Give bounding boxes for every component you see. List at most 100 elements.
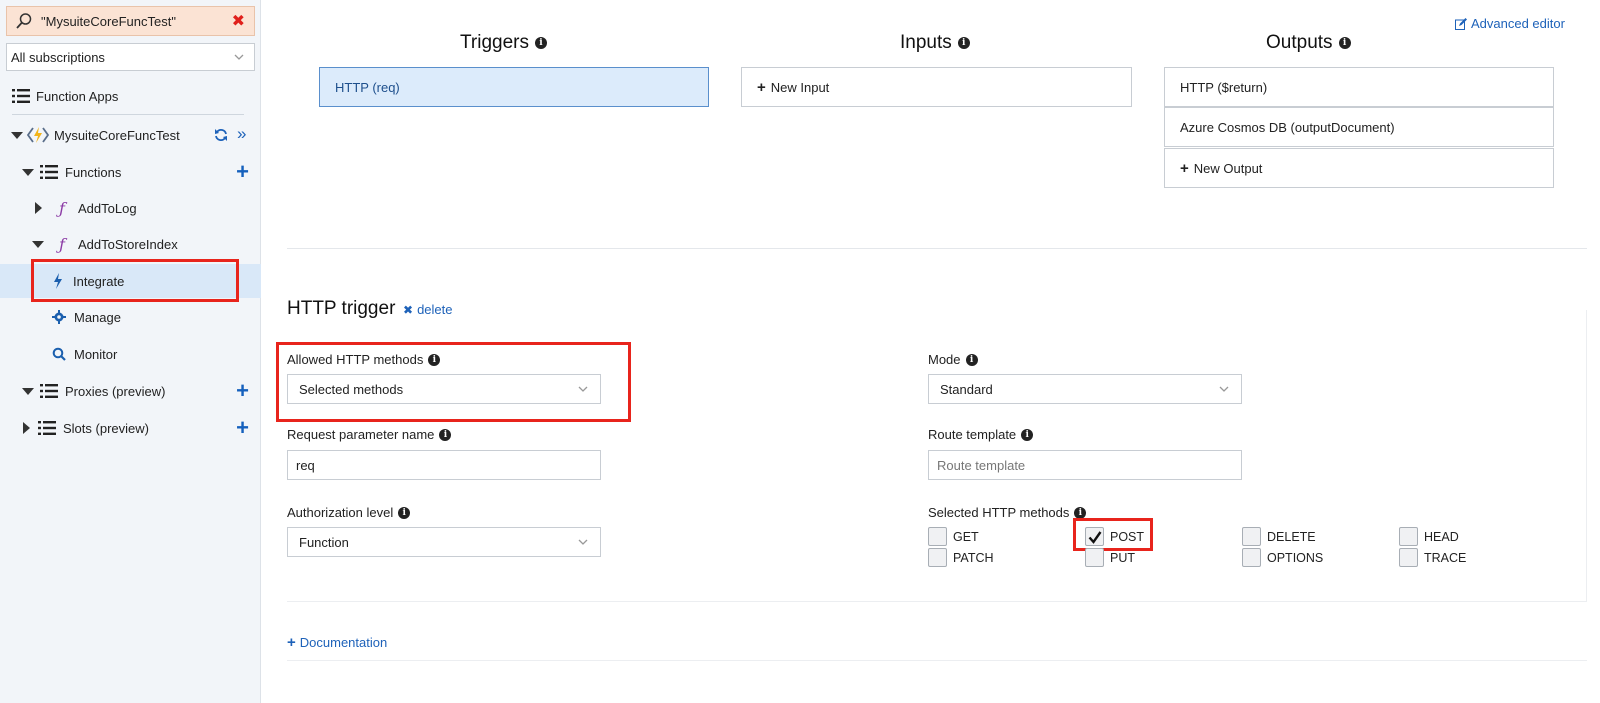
checkbox-box[interactable]	[928, 527, 947, 546]
clear-search-icon[interactable]: ✖	[232, 11, 245, 31]
refresh-icon[interactable]	[214, 128, 228, 142]
edit-icon	[1455, 17, 1467, 30]
select-value: Standard	[940, 381, 993, 397]
sidebar-item-label: AddToLog	[78, 200, 137, 216]
delete-label: delete	[417, 302, 453, 317]
info-icon[interactable]: i	[439, 428, 452, 441]
checkbox-box[interactable]	[1242, 527, 1261, 546]
documentation-divider	[287, 660, 1587, 661]
sidebar-item-functions[interactable]: Functions +	[0, 155, 261, 189]
field-label: Mode	[928, 352, 961, 367]
outputs-title-text: Outputs	[1266, 32, 1333, 53]
request-param-input[interactable]	[287, 450, 601, 480]
chevron-down-icon	[234, 54, 244, 60]
checkbox-label: DELETE	[1267, 529, 1316, 544]
chevron-down-icon	[578, 539, 588, 545]
route-template-input[interactable]	[928, 450, 1242, 480]
search-input[interactable]: "MysuiteCoreFuncTest"	[41, 14, 232, 29]
documentation-label: Documentation	[299, 635, 388, 650]
output-binding-cosmos[interactable]: Azure Cosmos DB (outputDocument)	[1164, 107, 1554, 147]
mode-label: Mode i	[928, 352, 978, 367]
chevron-down-icon	[1219, 386, 1229, 392]
caret-down-icon[interactable]	[10, 128, 24, 142]
checkbox-label: PUT	[1110, 550, 1135, 565]
checkbox-box[interactable]	[1242, 548, 1261, 567]
sidebar-item-slots[interactable]: Slots (preview) +	[0, 411, 261, 445]
method-checkbox-get[interactable]: GET	[928, 527, 979, 546]
sidebar-item-app[interactable]: MysuiteCoreFuncTest »	[0, 118, 261, 152]
caret-down-icon[interactable]	[21, 165, 35, 179]
expand-icon[interactable]: »	[237, 124, 246, 144]
triggers-title: Triggers i	[460, 32, 547, 54]
plus-icon: +	[757, 78, 766, 96]
close-icon: ✖	[403, 302, 414, 317]
add-proxy-icon[interactable]: +	[236, 380, 249, 402]
checkbox-box[interactable]	[1399, 548, 1418, 567]
sidebar-item-function-apps[interactable]: Function Apps	[0, 79, 261, 113]
integrate-highlight	[31, 259, 239, 302]
checkbox-box[interactable]	[1399, 527, 1418, 546]
panel-border	[287, 601, 1587, 602]
add-slot-icon[interactable]: +	[236, 417, 249, 439]
mode-select[interactable]: Standard	[928, 374, 1242, 404]
method-checkbox-head[interactable]: HEAD	[1399, 527, 1459, 546]
function-icon: ƒ	[59, 198, 65, 218]
select-value: Function	[299, 534, 349, 550]
new-output-button[interactable]: + New Output	[1164, 148, 1554, 188]
sidebar-item-addtostoreindex[interactable]: ƒ AddToStoreIndex	[0, 227, 261, 261]
new-output-label: New Output	[1193, 160, 1263, 176]
checkbox-label: HEAD	[1424, 529, 1459, 544]
info-icon[interactable]: i	[534, 37, 547, 49]
method-checkbox-put[interactable]: PUT	[1085, 548, 1135, 567]
list-icon	[12, 89, 30, 103]
method-checkbox-trace[interactable]: TRACE	[1399, 548, 1466, 567]
sidebar-divider	[12, 114, 244, 115]
method-checkbox-patch[interactable]: PATCH	[928, 548, 994, 567]
checkbox-box[interactable]	[1085, 548, 1104, 567]
caret-right-icon[interactable]	[19, 421, 33, 435]
info-icon[interactable]: i	[957, 37, 970, 49]
sidebar-item-monitor[interactable]: Monitor	[0, 337, 261, 371]
sidebar-item-proxies[interactable]: Proxies (preview) +	[0, 374, 261, 408]
info-icon[interactable]: i	[398, 506, 411, 519]
delete-trigger-link[interactable]: ✖ delete	[403, 302, 452, 317]
search-icon	[52, 347, 66, 361]
new-input-button[interactable]: + New Input	[741, 67, 1132, 107]
field-label: Route template	[928, 427, 1017, 442]
auth-level-select[interactable]: Function	[287, 527, 601, 557]
method-checkbox-delete[interactable]: DELETE	[1242, 527, 1316, 546]
documentation-link[interactable]: + Documentation	[287, 634, 387, 651]
resource-search-box[interactable]: "MysuiteCoreFuncTest" ✖	[6, 6, 255, 36]
info-icon[interactable]: i	[965, 353, 978, 366]
info-icon[interactable]: i	[1021, 428, 1034, 441]
checkbox-box[interactable]	[928, 548, 947, 567]
field-label: Authorization level	[287, 505, 394, 520]
function-app-icon	[26, 127, 50, 143]
plus-icon: +	[287, 634, 296, 651]
method-checkbox-options[interactable]: OPTIONS	[1242, 548, 1323, 567]
sidebar-item-addtolog[interactable]: ƒ AddToLog	[0, 191, 261, 225]
binding-label: HTTP (req)	[335, 79, 400, 95]
list-icon	[40, 165, 58, 179]
add-function-icon[interactable]: +	[236, 161, 249, 183]
auth-level-label: Authorization level i	[287, 505, 411, 520]
caret-down-icon[interactable]	[21, 384, 35, 398]
subscription-select[interactable]: All subscriptions	[6, 43, 255, 71]
trigger-binding-http[interactable]: HTTP (req)	[319, 67, 709, 107]
function-icon: ƒ	[59, 234, 65, 254]
field-label: Request parameter name	[287, 427, 435, 442]
caret-down-icon[interactable]	[31, 237, 45, 251]
route-template-label: Route template i	[928, 427, 1034, 442]
caret-right-icon[interactable]	[31, 201, 45, 215]
info-icon[interactable]: i	[1338, 37, 1351, 49]
selected-methods-label: Selected HTTP methods i	[928, 505, 1087, 520]
advanced-editor-link[interactable]: Advanced editor	[1455, 16, 1565, 31]
sidebar-item-label: Functions	[65, 164, 122, 180]
sidebar-item-manage[interactable]: Manage	[0, 300, 261, 334]
output-binding-http[interactable]: HTTP ($return)	[1164, 67, 1554, 107]
triggers-title-text: Triggers	[460, 32, 529, 53]
app-name: MysuiteCoreFuncTest	[54, 127, 180, 143]
allowed-methods-highlight	[276, 342, 631, 422]
info-icon[interactable]: i	[1074, 506, 1087, 519]
binding-label: Azure Cosmos DB (outputDocument)	[1180, 119, 1395, 135]
